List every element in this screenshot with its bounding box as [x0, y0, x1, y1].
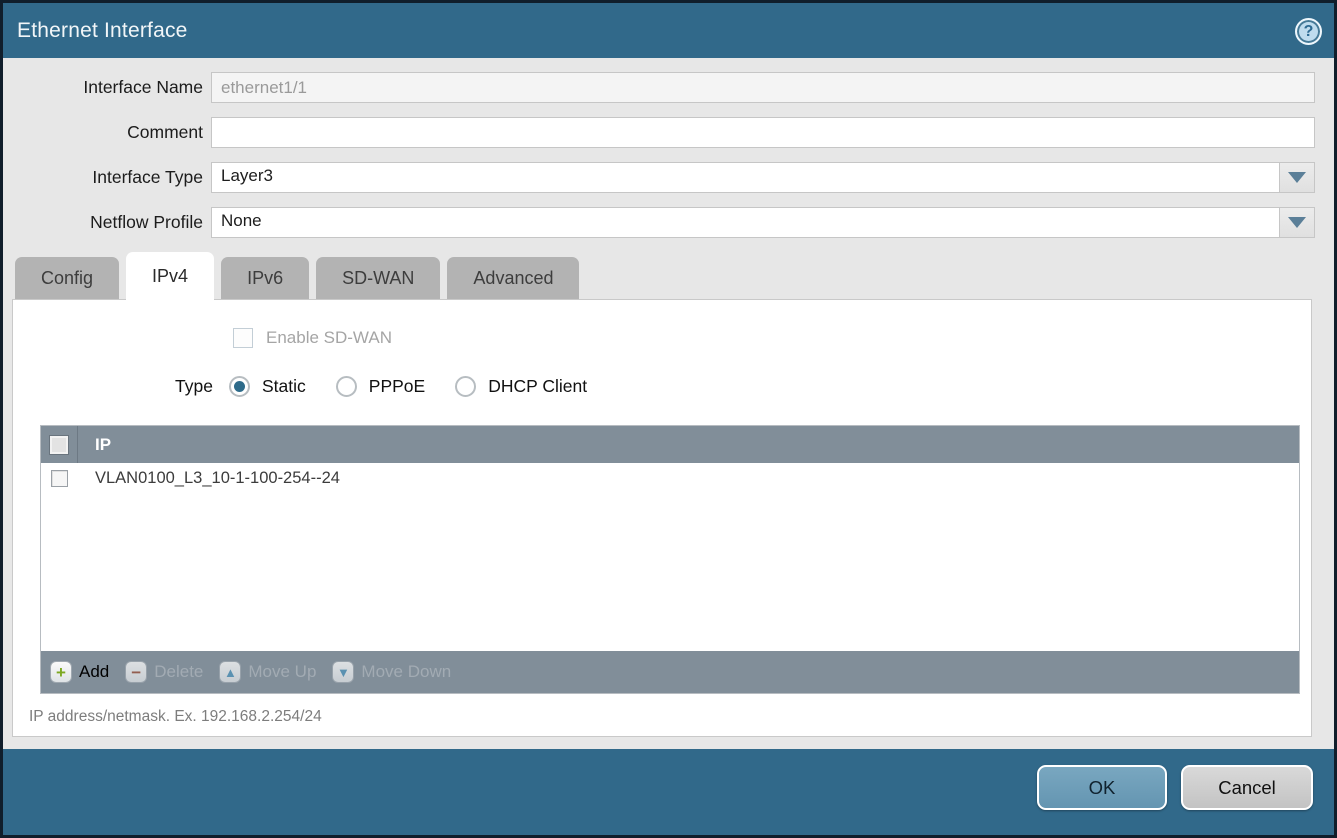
arrow-down-icon: ▼ [332, 661, 354, 683]
ip-cell-value[interactable]: VLAN0100_L3_10-1-100-254--24 [78, 469, 340, 488]
tab-sd-wan[interactable]: SD-WAN [316, 257, 440, 299]
cancel-button[interactable]: Cancel [1181, 765, 1313, 810]
interface-type-dropdown-button[interactable] [1279, 162, 1315, 193]
enable-sdwan-row: Enable SD-WAN [233, 327, 1311, 349]
interface-name-label: Interface Name [3, 77, 203, 98]
ip-table: IP VLAN0100_L3_10-1-100-254--24 + Add [40, 425, 1300, 694]
ok-button[interactable]: OK [1037, 765, 1167, 810]
enable-sdwan-checkbox[interactable] [233, 328, 253, 348]
form-row-netflow-profile: Netflow Profile None [3, 207, 1334, 238]
move-up-button-label: Move Up [248, 662, 316, 682]
help-icon[interactable]: ? [1295, 18, 1322, 45]
dialog-footer: OK Cancel [3, 749, 1334, 835]
tab-config[interactable]: Config [15, 257, 119, 299]
radio-static-icon[interactable] [229, 376, 250, 397]
radio-pppoe-label: PPPoE [369, 376, 425, 397]
enable-sdwan-label: Enable SD-WAN [266, 328, 392, 348]
radio-option-dhcp-client[interactable]: DHCP Client [455, 376, 601, 397]
netflow-profile-value[interactable]: None [211, 207, 1279, 238]
ip-format-hint: IP address/netmask. Ex. 192.168.2.254/24 [29, 708, 1311, 726]
form-row-interface-type: Interface Type Layer3 [3, 162, 1334, 193]
dialog-titlebar: Ethernet Interface ? [3, 3, 1334, 58]
select-all-checkbox[interactable] [50, 436, 68, 454]
minus-icon: − [125, 661, 147, 683]
ip-table-body: VLAN0100_L3_10-1-100-254--24 [41, 463, 1299, 651]
netflow-profile-dropdown-button[interactable] [1279, 207, 1315, 238]
dialog-title: Ethernet Interface [17, 19, 188, 43]
radio-pppoe-icon[interactable] [336, 376, 357, 397]
netflow-profile-label: Netflow Profile [3, 212, 203, 233]
interface-name-field [211, 72, 1315, 103]
ip-column-header[interactable]: IP [78, 435, 111, 455]
chevron-down-icon [1288, 217, 1306, 228]
type-radio-group: Type Static PPPoE DHCP Client [13, 373, 1311, 399]
dialog-content: Interface Name Comment Interface Type La… [3, 58, 1334, 749]
tab-ipv6[interactable]: IPv6 [221, 257, 309, 299]
form-row-comment: Comment [3, 117, 1334, 148]
form-row-interface-name: Interface Name [3, 72, 1334, 103]
ip-table-toolbar: + Add − Delete ▲ Move Up ▼ Move Down [41, 651, 1299, 693]
radio-static-label: Static [262, 376, 306, 397]
ipv4-tab-panel: Enable SD-WAN Type Static PPPoE DHCP Cli… [12, 299, 1312, 737]
tab-advanced[interactable]: Advanced [447, 257, 579, 299]
move-down-button-label: Move Down [361, 662, 451, 682]
radio-dhcp-client-label: DHCP Client [488, 376, 587, 397]
move-up-button[interactable]: ▲ Move Up [219, 661, 316, 683]
delete-button[interactable]: − Delete [125, 661, 203, 683]
tab-ipv4[interactable]: IPv4 [126, 252, 214, 300]
interface-type-dropdown[interactable]: Layer3 [211, 162, 1315, 193]
radio-option-static[interactable]: Static [229, 376, 320, 397]
ethernet-interface-dialog: Ethernet Interface ? Interface Name Comm… [0, 0, 1337, 838]
chevron-down-icon [1288, 172, 1306, 183]
plus-icon: + [50, 661, 72, 683]
table-row[interactable]: VLAN0100_L3_10-1-100-254--24 [41, 463, 1299, 494]
arrow-up-icon: ▲ [219, 661, 241, 683]
add-button[interactable]: + Add [50, 661, 109, 683]
move-down-button[interactable]: ▼ Move Down [332, 661, 451, 683]
netflow-profile-dropdown[interactable]: None [211, 207, 1315, 238]
interface-type-value[interactable]: Layer3 [211, 162, 1279, 193]
comment-label: Comment [3, 122, 203, 143]
ip-table-header: IP [41, 426, 1299, 463]
interface-type-label: Interface Type [3, 167, 203, 188]
type-label: Type [13, 376, 213, 397]
comment-field[interactable] [211, 117, 1315, 148]
add-button-label: Add [79, 662, 109, 682]
tab-strip: Config IPv4 IPv6 SD-WAN Advanced [3, 252, 1334, 299]
delete-button-label: Delete [154, 662, 203, 682]
radio-dhcp-client-icon[interactable] [455, 376, 476, 397]
radio-option-pppoe[interactable]: PPPoE [336, 376, 439, 397]
row-checkbox[interactable] [51, 470, 68, 487]
